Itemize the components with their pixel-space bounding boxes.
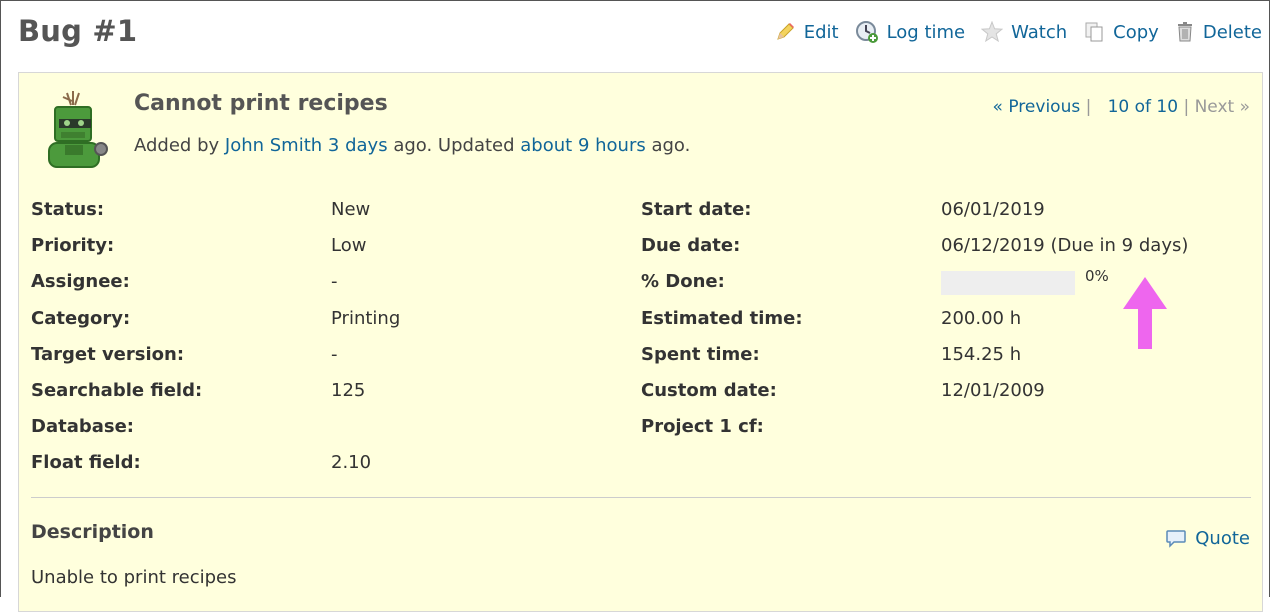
delete-label: Delete [1202, 21, 1262, 43]
speech-bubble-icon [1165, 529, 1187, 549]
nav-separator: | [1085, 97, 1092, 117]
attribute-label: Custom date: [641, 380, 777, 401]
attribute-label: Spent time: [641, 344, 760, 365]
page-title: Bug #1 [18, 14, 138, 48]
copy-button[interactable]: Copy [1083, 21, 1159, 43]
author-link[interactable]: John Smith [225, 135, 322, 156]
trash-icon [1175, 21, 1195, 43]
edit-label: Edit [803, 21, 839, 43]
log-time-label: Log time [886, 21, 966, 43]
progress-percent: 0% [1085, 267, 1109, 285]
attribute-label: Estimated time: [641, 308, 803, 329]
attribute-value: Printing [331, 308, 401, 329]
log-time-button[interactable]: Log time [855, 20, 966, 44]
pencil-icon [774, 21, 796, 43]
position-link[interactable]: 10 of 10 [1108, 97, 1178, 117]
author-prefix: Added by [134, 135, 220, 156]
quote-button[interactable]: Quote [1165, 528, 1250, 549]
attribute-label: Database: [31, 416, 134, 437]
robot-avatar [41, 91, 113, 171]
issue-subject: Cannot print recipes [134, 91, 388, 116]
copy-icon [1083, 21, 1105, 43]
attribute-label: Start date: [641, 199, 752, 220]
issue-panel: Cannot print recipes Added by John Smith… [18, 72, 1263, 612]
attribute-value: 200.00 h [941, 308, 1022, 329]
description-heading: Description [31, 521, 154, 543]
added-time-link[interactable]: 3 days [328, 135, 388, 156]
quote-label: Quote [1195, 528, 1250, 549]
attribute-value: 06/12/2019 (Due in 9 days) [941, 235, 1189, 256]
attribute-value: 125 [331, 380, 366, 401]
attribute-value: 06/01/2019 [941, 199, 1045, 220]
attribute-value: 2.10 [331, 452, 372, 473]
attribute-label: Float field: [31, 452, 141, 473]
issue-navigation: « Previous | 10 of 10 | Next » [993, 97, 1250, 117]
clock-add-icon [855, 20, 879, 44]
author-suffix: ago. [651, 135, 691, 156]
copy-label: Copy [1113, 21, 1159, 43]
attribute-label: Due date: [641, 235, 741, 256]
attribute-value: Low [331, 235, 367, 256]
attribute-value: - [331, 271, 338, 292]
attribute-label: Priority: [31, 235, 115, 256]
spent-time-link[interactable]: 154.25 h [941, 344, 1021, 365]
divider [31, 497, 1251, 498]
attribute-value: 12/01/2009 [941, 380, 1045, 401]
description-text: Unable to print recipes [31, 567, 237, 588]
attribute-value: New [331, 199, 371, 220]
attribute-label: Category: [31, 308, 131, 329]
author-mid: ago. Updated [393, 135, 515, 156]
attribute-label: Status: [31, 199, 105, 220]
attribute-label: Searchable field: [31, 380, 203, 401]
edit-button[interactable]: Edit [774, 21, 839, 43]
attribute-label: Target version: [31, 344, 185, 365]
nav-separator: | [1183, 97, 1190, 117]
previous-link[interactable]: « Previous [993, 97, 1081, 117]
attribute-label: % Done: [641, 271, 725, 292]
star-icon [981, 21, 1004, 43]
attribute-label: Assignee: [31, 271, 130, 292]
updated-time-link[interactable]: about 9 hours [520, 135, 645, 156]
delete-button[interactable]: Delete [1175, 21, 1262, 43]
progress-bar [941, 271, 1075, 295]
issue-actions: Edit Log time Watch Copy Delete [758, 20, 1262, 44]
annotation-arrow [1123, 277, 1167, 349]
attribute-label: Project 1 cf: [641, 416, 764, 437]
watch-button[interactable]: Watch [981, 21, 1067, 43]
author-line: Added by John Smith 3 days ago. Updated … [134, 135, 690, 156]
next-link: Next » [1194, 97, 1250, 117]
attribute-value: - [331, 344, 338, 365]
watch-label: Watch [1011, 21, 1068, 43]
